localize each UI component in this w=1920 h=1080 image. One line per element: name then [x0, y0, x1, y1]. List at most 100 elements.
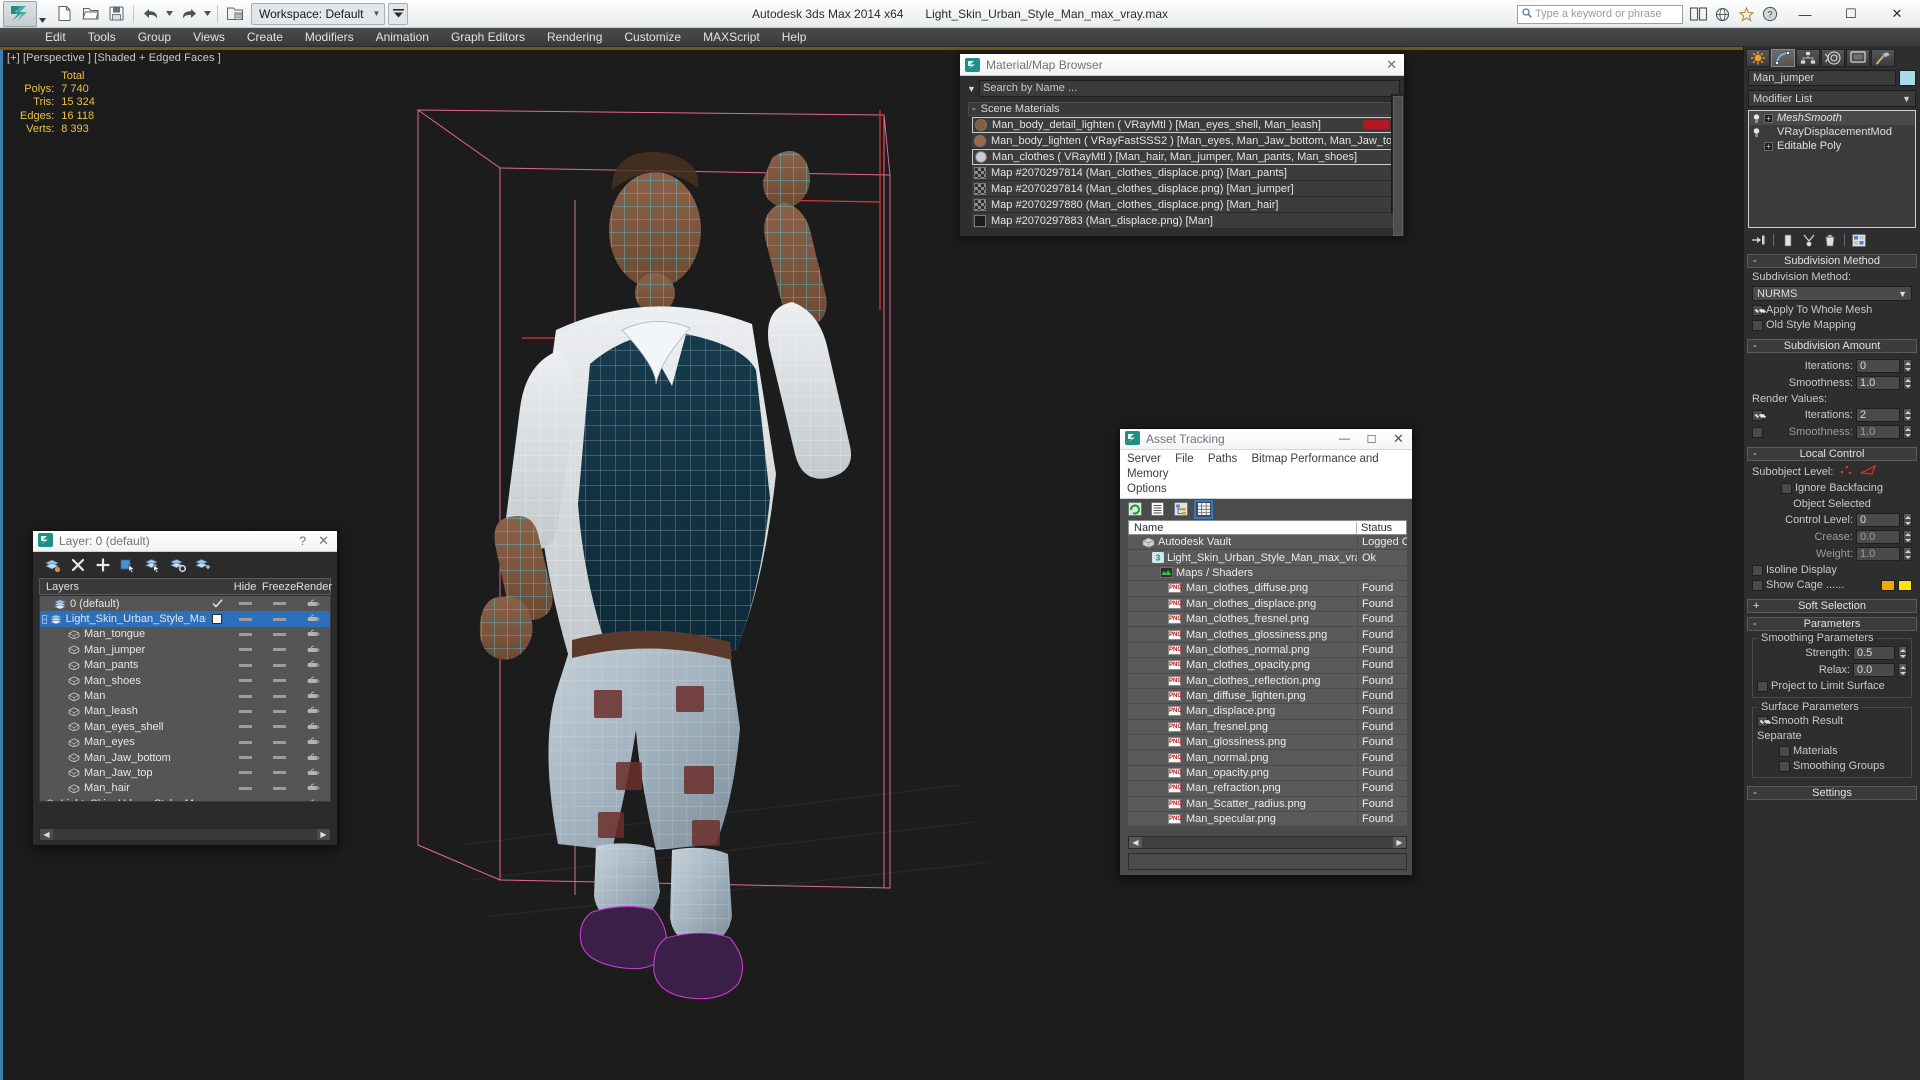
- asset-minimize-button[interactable]: —: [1331, 429, 1358, 450]
- smoothness-input[interactable]: 1.0: [1856, 376, 1900, 390]
- asset-row[interactable]: PNG Man_opacity.png Found: [1128, 765, 1407, 782]
- redo-dropdown[interactable]: [202, 2, 213, 26]
- project-limit-row[interactable]: Project to Limit Surface: [1757, 680, 1907, 692]
- layer-freeze-cell[interactable]: [262, 740, 296, 744]
- asset-row[interactable]: PNG Man_displace.png Found: [1128, 704, 1407, 720]
- layer-row[interactable]: Man_leash: [40, 704, 330, 719]
- render-smoothness-input[interactable]: 1.0: [1856, 425, 1900, 439]
- rollout-header-subdivision-method[interactable]: - Subdivision Method: [1747, 254, 1917, 268]
- layer-expander-icon[interactable]: -: [42, 614, 47, 624]
- grid-view-button[interactable]: [1194, 499, 1213, 519]
- menu-animation[interactable]: Animation: [365, 28, 440, 47]
- modifier-stack-row[interactable]: + MeshSmooth: [1749, 111, 1915, 125]
- asset-row[interactable]: PNG Man_clothes_normal.png Found: [1128, 642, 1407, 659]
- layer-freeze-cell[interactable]: [262, 679, 296, 683]
- minimize-window-button[interactable]: —: [1782, 1, 1828, 28]
- material-browser-titlebar[interactable]: Material/Map Browser ✕: [960, 54, 1404, 76]
- layer-row[interactable]: Man_shoes: [40, 673, 330, 688]
- layer-render-cell[interactable]: [296, 645, 330, 655]
- make-unique-button[interactable]: [1802, 233, 1816, 247]
- add-layer-button[interactable]: [94, 557, 111, 574]
- layer-hide-cell[interactable]: [228, 602, 262, 606]
- search-filter-caret-icon[interactable]: ▼: [964, 84, 979, 94]
- render-iterations-checkbox[interactable]: [1752, 409, 1763, 421]
- undo-button[interactable]: [138, 2, 163, 26]
- infocenter-button[interactable]: [1686, 2, 1710, 26]
- help-button[interactable]: ?: [1758, 2, 1782, 26]
- asset-row[interactable]: 3 Light_Skin_Urban_Style_Man_max_vray.max…: [1128, 550, 1407, 566]
- layer-freeze-cell[interactable]: [262, 709, 296, 713]
- material-browser-scrollbar[interactable]: [1391, 94, 1403, 236]
- layer-row-selected[interactable]: - Light_Skin_Urban_Style_Man: [40, 611, 330, 627]
- undo-dropdown[interactable]: [164, 2, 175, 26]
- layer-render-cell[interactable]: [296, 737, 330, 747]
- layer-render-cell[interactable]: [296, 783, 330, 793]
- layer-render-cell[interactable]: [296, 599, 330, 609]
- app-menu-caret-icon[interactable]: [37, 1, 48, 27]
- configure-modifier-sets-button[interactable]: [1852, 233, 1866, 247]
- asset-scroll-right-icon[interactable]: ▶: [1393, 837, 1406, 848]
- menu-customize[interactable]: Customize: [613, 28, 692, 47]
- subobject-edge-icon[interactable]: [1859, 464, 1877, 479]
- rollout-header-local-control[interactable]: - Local Control: [1747, 447, 1917, 461]
- rollout-header-soft-selection[interactable]: + Soft Selection: [1747, 599, 1917, 613]
- project-limit-checkbox[interactable]: [1757, 680, 1768, 692]
- maximize-window-button[interactable]: ☐: [1828, 1, 1874, 28]
- layer-hide-cell[interactable]: [228, 617, 262, 621]
- show-end-result-button[interactable]: [1781, 233, 1795, 247]
- menu-views[interactable]: Views: [182, 28, 236, 47]
- refresh-button[interactable]: [1127, 502, 1142, 517]
- materials-checkbox[interactable]: [1779, 745, 1790, 757]
- old-style-mapping-checkbox[interactable]: [1752, 319, 1763, 331]
- layer-freeze-cell[interactable]: [262, 725, 296, 729]
- asset-menu-paths[interactable]: Paths: [1208, 453, 1237, 465]
- layer-row[interactable]: Man_eyes: [40, 735, 330, 750]
- layer-render-cell[interactable]: [296, 799, 330, 801]
- modifier-expand-icon[interactable]: +: [1764, 113, 1773, 123]
- menu-maxscript[interactable]: MAXScript: [692, 28, 771, 47]
- layer-render-cell[interactable]: [296, 676, 330, 686]
- scroll-right-icon[interactable]: ▶: [317, 829, 330, 840]
- material-row[interactable]: Man_body_lighten ( VRayFastSSS2 ) [Man_e…: [972, 133, 1398, 149]
- asset-menu-bitmap[interactable]: Bitmap Performance and Memory: [1127, 453, 1379, 480]
- layer-row[interactable]: Man_Jaw_bottom: [40, 750, 330, 765]
- tab-modify[interactable]: [1771, 49, 1795, 67]
- subdivision-method-select[interactable]: NURMS ▼: [1752, 286, 1912, 301]
- asset-row[interactable]: PNG Man_clothes_diffuse.png Found: [1128, 581, 1407, 597]
- remove-modifier-button[interactable]: [1823, 233, 1837, 247]
- highlight-selected-objects-button[interactable]: [169, 557, 186, 574]
- subobject-vertex-icon[interactable]: [1839, 464, 1854, 479]
- rollout-header-parameters[interactable]: - Parameters: [1747, 617, 1917, 631]
- layer-row[interactable]: 0 (default): [40, 596, 330, 611]
- layer-hide-cell[interactable]: [228, 725, 262, 729]
- menu-help[interactable]: Help: [771, 28, 818, 47]
- layer-row[interactable]: Man_jumper: [40, 642, 330, 657]
- ignore-backfacing-row[interactable]: Ignore Backfacing: [1752, 482, 1912, 494]
- modifier-expand-icon[interactable]: +: [1764, 141, 1773, 151]
- cage-color-swatch-2[interactable]: [1898, 579, 1912, 591]
- favorites-button[interactable]: [1734, 2, 1758, 26]
- material-browser-close-icon[interactable]: ✕: [1386, 57, 1397, 73]
- tab-utilities[interactable]: [1871, 49, 1895, 67]
- asset-row[interactable]: PNG Man_clothes_glossiness.png Found: [1128, 627, 1407, 643]
- render-iterations-input[interactable]: 2: [1856, 408, 1900, 422]
- layer-freeze-cell[interactable]: [262, 663, 296, 667]
- communication-center-button[interactable]: [1710, 2, 1734, 26]
- layer-row[interactable]: Light_Skin_Urban_Style_Man: [40, 796, 330, 801]
- asset-row[interactable]: PNG Man_fresnel.png Found: [1128, 719, 1407, 736]
- asset-list[interactable]: Autodesk Vault Logged O 3 Light_Skin_Urban_…: [1128, 535, 1407, 830]
- layer-row[interactable]: Man_tongue: [40, 627, 330, 642]
- layer-hide-cell[interactable]: [228, 632, 262, 636]
- add-selection-to-layer-button[interactable]: [194, 557, 211, 574]
- isoline-display-row[interactable]: Isoline Display: [1752, 564, 1912, 576]
- render-smoothness-checkbox[interactable]: [1752, 426, 1763, 438]
- strength-input[interactable]: 0.5: [1853, 646, 1895, 660]
- layer-hide-cell[interactable]: [228, 648, 262, 652]
- asset-row[interactable]: PNG Man_glossiness.png Found: [1128, 735, 1407, 751]
- material-row[interactable]: Man_body_detail_lighten ( VRayMtl ) [Man…: [972, 117, 1398, 133]
- asset-horizontal-scrollbar[interactable]: ◀ ▶: [1128, 836, 1407, 849]
- layer-render-cell[interactable]: [296, 768, 330, 778]
- layer-current-checkbox[interactable]: [206, 599, 228, 608]
- menu-tools[interactable]: Tools: [77, 28, 127, 47]
- layer-freeze-cell[interactable]: [262, 632, 296, 636]
